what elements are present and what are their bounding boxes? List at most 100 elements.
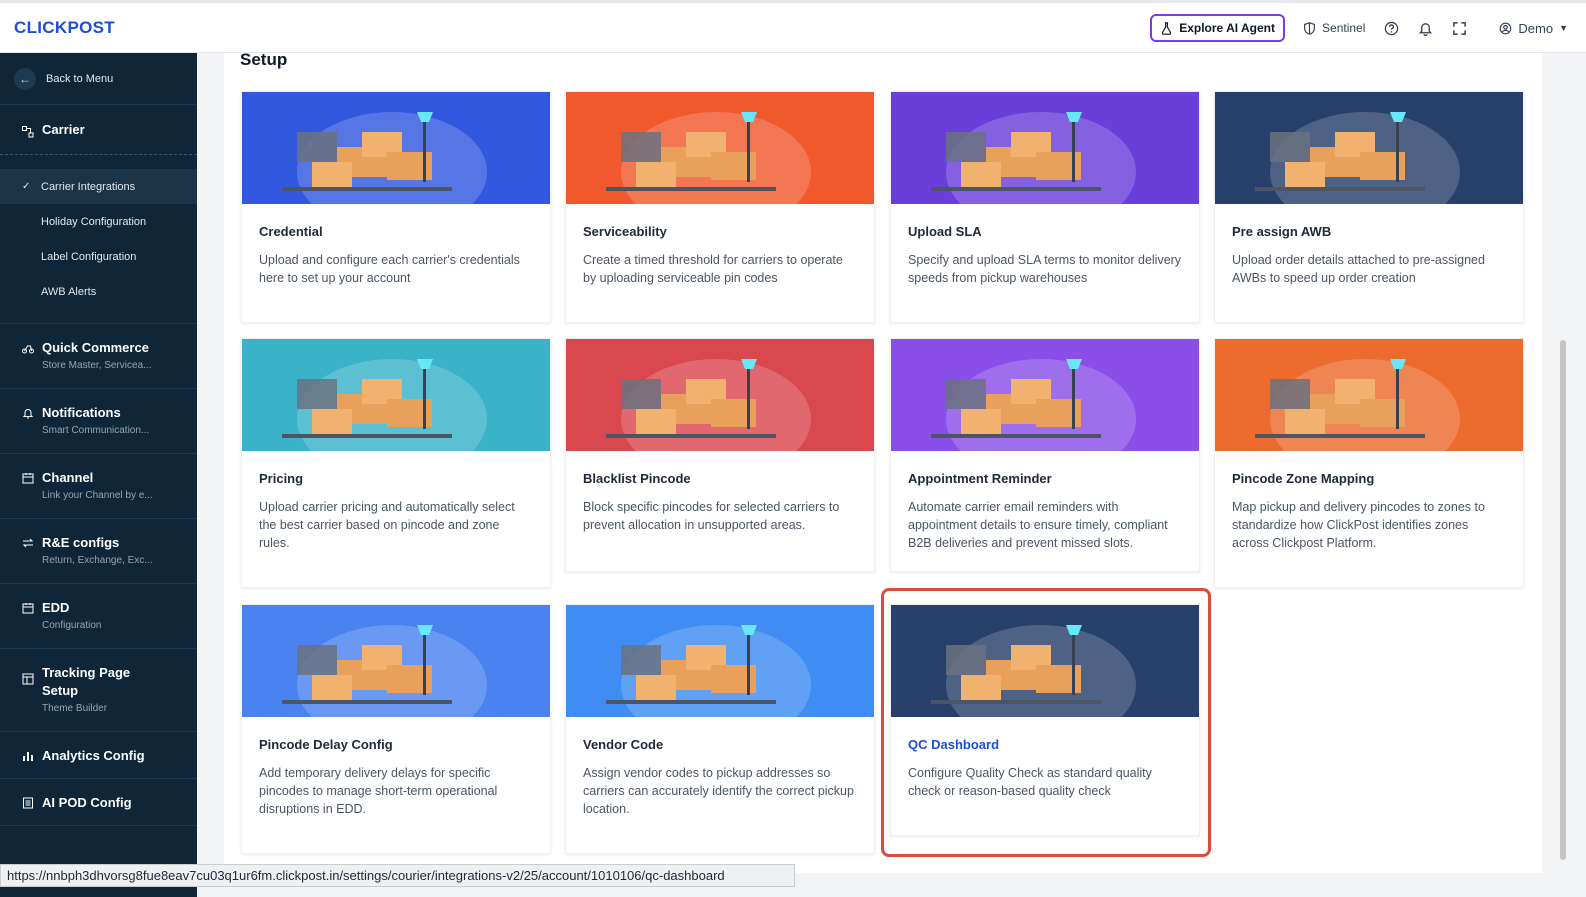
sidebar-item-subtitle: Configuration [42, 620, 102, 631]
sidebar-item-awb-alerts[interactable]: AWB Alerts [0, 274, 197, 309]
card-title: Blacklist Pincode [583, 471, 691, 486]
card-vendor-code[interactable]: Vendor Code Assign vendor codes to pickup… [565, 604, 875, 854]
scrollbar[interactable] [1560, 340, 1566, 860]
sidebar-item-analytics-config[interactable]: Analytics Config [0, 732, 197, 779]
status-bar-url: https://nnbph3dhvorsg8fue8eav7cu03q1ur6f… [0, 864, 795, 887]
card-body: Pricing Upload carrier pricing and automa… [242, 451, 550, 552]
help-icon[interactable] [1383, 20, 1399, 36]
card-title: Pincode Zone Mapping [1232, 471, 1375, 486]
sidebar-item-tracking-page-setup[interactable]: Tracking Page Setup Theme Builder [0, 649, 197, 732]
card-title: Serviceability [583, 224, 667, 239]
clickpost-logo[interactable]: CLICKPOST [14, 18, 115, 38]
sidebar-item-label: AWB Alerts [41, 285, 97, 298]
card-illustration [566, 92, 874, 204]
carrier-submenu: ✓ Carrier Integrations Holiday Configura… [0, 155, 197, 324]
flask-icon [1162, 21, 1172, 35]
card-description: Automate carrier email reminders with ap… [908, 500, 1168, 550]
back-to-menu-button[interactable]: ← Back to Menu [0, 53, 197, 105]
sidebar-item-carrier-label: Carrier [42, 121, 85, 137]
card-credential[interactable]: Credential Upload and configure each carr… [241, 91, 551, 323]
card-description: Block specific pincodes for selected car… [583, 500, 840, 532]
card-description: Specify and upload SLA terms to monitor … [908, 253, 1182, 285]
bell-icon[interactable] [1417, 20, 1433, 36]
card-title: Credential [259, 224, 323, 239]
card-title: Upload SLA [908, 224, 982, 239]
card-body: Vendor Code Assign vendor codes to pickup… [566, 717, 874, 818]
sidebar-item-subtitle: Return, Exchange, Exc... [42, 555, 153, 566]
sidebar-item-label: Label Configuration [41, 250, 137, 263]
back-to-menu-label: Back to Menu [46, 72, 114, 85]
card-pre-assign-awb[interactable]: Pre assign AWB Upload order details attac… [1214, 91, 1524, 323]
sidebar-item-quick-commerce[interactable]: Quick Commerce Store Master, Servicea... [0, 324, 197, 389]
card-serviceability[interactable]: Serviceability Create a timed threshold f… [565, 91, 875, 323]
card-body: Pincode Zone Mapping Map pickup and deliv… [1215, 451, 1523, 552]
sidebar: ← Back to Menu Carrier ✓ Carrier Integra… [0, 53, 197, 897]
card-appointment-reminder[interactable]: Appointment Reminder Automate carrier ema… [890, 338, 1200, 572]
bell-icon [22, 406, 34, 419]
card-body: Serviceability Create a timed threshold f… [566, 204, 874, 287]
card-pincode-delay-config[interactable]: Pincode Delay Config Add temporary delive… [241, 604, 551, 854]
user-icon [1500, 22, 1512, 34]
card-body: Credential Upload and configure each carr… [242, 204, 550, 287]
layout-icon [22, 672, 34, 685]
user-menu[interactable]: Demo ▼ [1499, 21, 1568, 36]
card-pricing[interactable]: Pricing Upload carrier pricing and automa… [241, 338, 551, 588]
sidebar-item-ai-pod-config[interactable]: AI POD Config [0, 779, 197, 826]
sidebar-item-title: Notifications [42, 405, 121, 420]
card-description: Assign vendor codes to pickup addresses … [583, 766, 854, 816]
sentinel-label: Sentinel [1322, 21, 1366, 35]
card-title: Pincode Delay Config [259, 737, 393, 752]
sidebar-item-title: R&E configs [42, 535, 120, 550]
arrow-left-icon: ← [14, 67, 36, 90]
card-blacklist-pincode[interactable]: Blacklist Pincode Block specific pincodes… [565, 338, 875, 572]
sidebar-item-subtitle: Theme Builder [42, 703, 108, 714]
shield-icon [1304, 21, 1315, 35]
card-body: Pre assign AWB Upload order details attac… [1215, 204, 1523, 287]
card-illustration [566, 605, 874, 717]
sidebar-item-subtitle: Store Master, Servicea... [42, 360, 152, 371]
swap-icon [22, 536, 34, 548]
calendar-icon [22, 601, 34, 614]
card-description: Upload carrier pricing and automatically… [259, 500, 515, 550]
sidebar-item-title: AI POD Config [42, 795, 132, 810]
sidebar-item-title: Tracking Page Setup [42, 665, 131, 698]
card-body: Upload SLA Specify and upload SLA terms t… [891, 204, 1199, 287]
card-illustration [891, 339, 1199, 451]
sidebar-item-title: Channel [42, 470, 94, 485]
chevron-down-icon: ▼ [1559, 23, 1568, 33]
fullscreen-icon[interactable] [1451, 20, 1467, 36]
card-illustration [242, 92, 550, 204]
card-body: Pincode Delay Config Add temporary delive… [242, 717, 550, 818]
card-description: Create a timed threshold for carriers to… [583, 253, 843, 285]
calendar-icon [22, 471, 34, 484]
document-icon [22, 796, 34, 809]
card-title: Pricing [259, 471, 304, 486]
sidebar-item-label: Carrier Integrations [41, 180, 136, 193]
sidebar-item-carrier[interactable]: Carrier [0, 105, 197, 155]
sidebar-item-subtitle: Link your Channel by e... [42, 490, 153, 501]
user-label: Demo [1518, 20, 1554, 36]
check-icon: ✓ [22, 181, 31, 192]
card-description: Upload and configure each carrier's cred… [259, 253, 520, 285]
sentinel-button[interactable]: Sentinel [1303, 21, 1365, 35]
card-title: Appointment Reminder [908, 471, 1052, 486]
sidebar-item-carrier-integrations[interactable]: ✓ Carrier Integrations [0, 169, 197, 204]
card-title: Pre assign AWB [1232, 224, 1332, 239]
card-illustration [891, 92, 1199, 204]
sidebar-item-notifications[interactable]: Notifications Smart Communication... [0, 389, 197, 454]
card-illustration [242, 605, 550, 717]
sidebar-item-holiday-configuration[interactable]: Holiday Configuration [0, 204, 197, 239]
sidebar-item-edd[interactable]: EDD Configuration [0, 584, 197, 649]
card-description: Add temporary delivery delays for specif… [259, 766, 498, 816]
card-upload-sla[interactable]: Upload SLA Specify and upload SLA terms t… [890, 91, 1200, 323]
card-title: Vendor Code [583, 737, 664, 752]
bar-chart-icon [22, 749, 34, 761]
sidebar-item-channel[interactable]: Channel Link your Channel by e... [0, 454, 197, 519]
card-pincode-zone-mapping[interactable]: Pincode Zone Mapping Map pickup and deliv… [1214, 338, 1524, 588]
selection-highlight [881, 588, 1211, 857]
sidebar-item-label-configuration[interactable]: Label Configuration [0, 239, 197, 274]
explore-ai-agent-button[interactable]: Explore AI Agent [1150, 14, 1286, 42]
card-description: Map pickup and delivery pincodes to zone… [1232, 500, 1485, 550]
sidebar-item-subtitle: Smart Communication... [42, 425, 150, 436]
sidebar-item-re-configs[interactable]: R&E configs Return, Exchange, Exc... [0, 519, 197, 584]
